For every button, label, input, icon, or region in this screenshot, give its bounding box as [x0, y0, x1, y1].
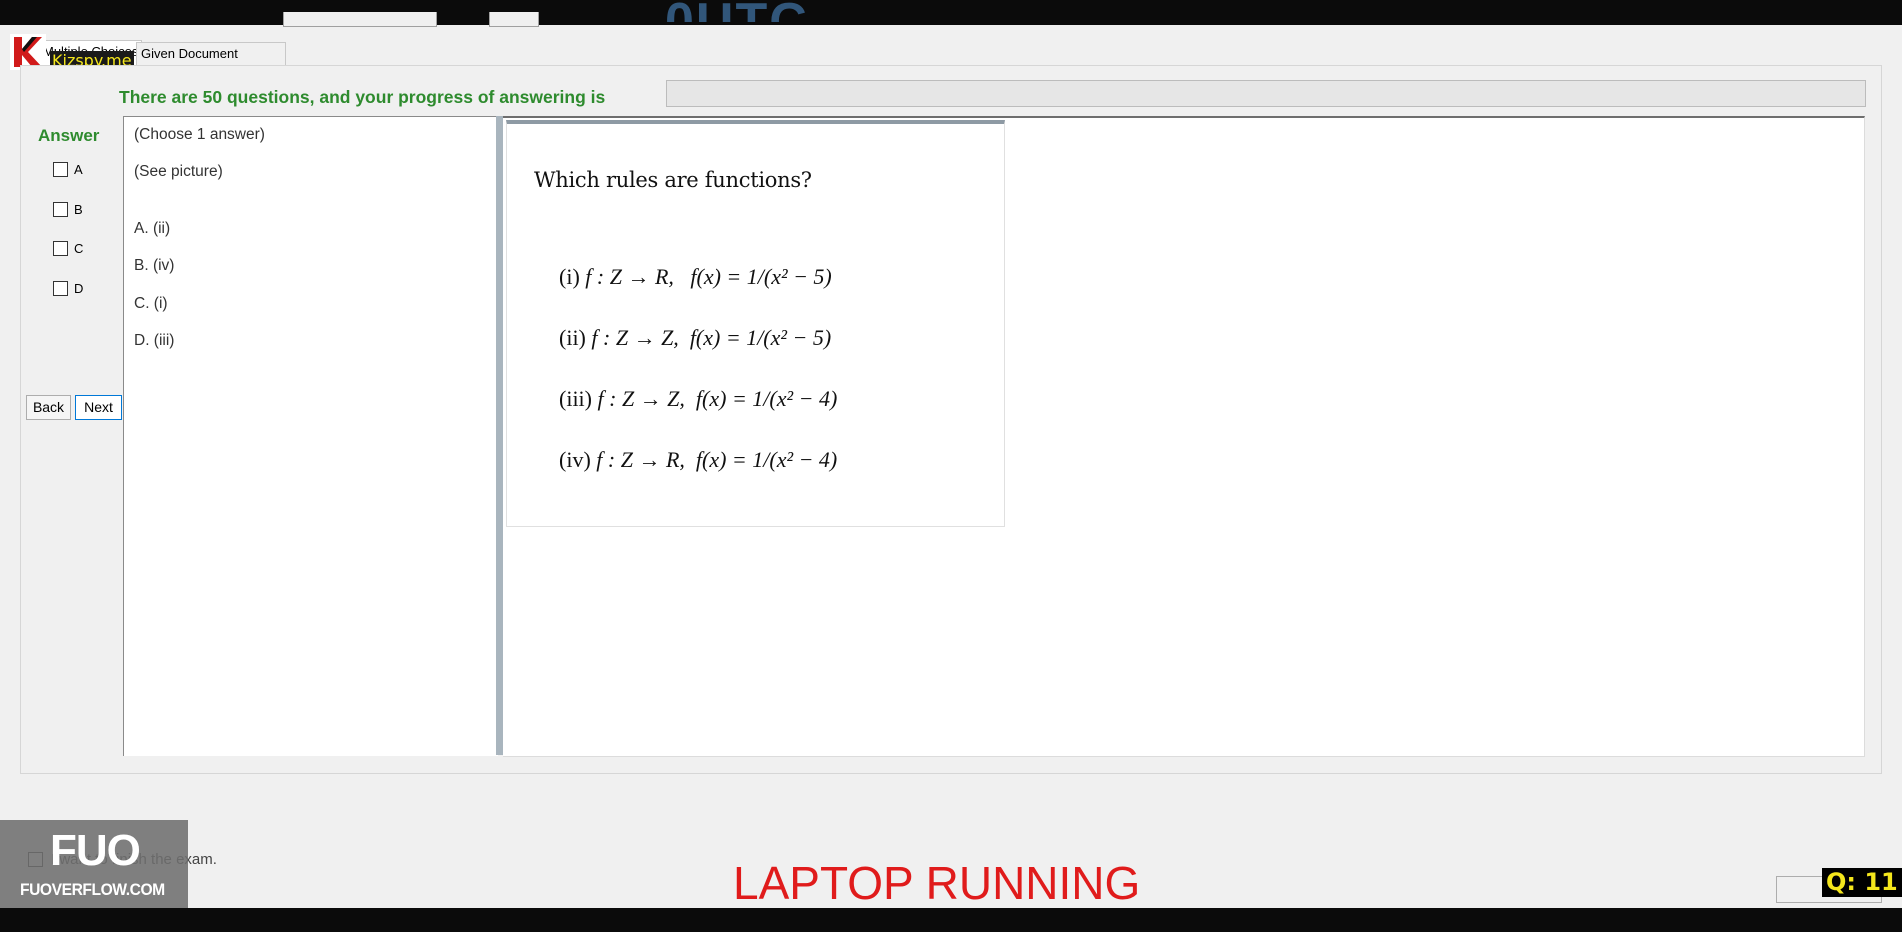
rule-map: f : Z → R, [585, 264, 674, 289]
question-title: Which rules are functions? [534, 168, 812, 192]
top-black-bar: 0UTC [0, 0, 1902, 27]
laptop-running-overlay: LAPTOP RUNNING [733, 857, 1141, 909]
exam-code-text: 0UTC [665, 0, 809, 22]
answer-option-label: A [74, 162, 83, 177]
answer-option-label: C [74, 241, 84, 256]
rule-label: (i) [559, 264, 580, 289]
answer-option-c[interactable]: C [53, 241, 83, 256]
answer-option-a[interactable]: A [53, 162, 83, 177]
choose-instruction: (Choose 1 answer) [134, 126, 265, 143]
checkbox-d[interactable] [53, 281, 68, 296]
answer-option-label: D [74, 281, 84, 296]
exam-combo-box[interactable] [283, 12, 437, 27]
tab-given-document[interactable]: Given Document [136, 42, 286, 65]
panel-splitter[interactable] [496, 116, 503, 755]
answer-title: Answer [38, 126, 100, 145]
rule-formula: f(x) = 1/(x² − 5) [689, 325, 832, 350]
question-picture: Which rules are functions? (i) f : Z → R… [506, 120, 1005, 527]
fuo-logo-text: FUO [50, 826, 141, 875]
rule-map: f : Z → Z, [597, 386, 685, 411]
rule-map: f : Z → R, [596, 447, 685, 472]
checkbox-b[interactable] [53, 202, 68, 217]
rule-map: f : Z → Z, [591, 325, 679, 350]
fuoverflow-watermark: FUO FUOVERFLOW.COM [0, 820, 188, 908]
question-counter-badge: Q: 11 [1822, 868, 1902, 897]
rule-line: (i) f : Z → R, f(x) = 1/(x² − 5) [559, 264, 832, 290]
checkbox-c[interactable] [53, 241, 68, 256]
choice-item: C. (i) [134, 295, 168, 312]
font-size-combo-box[interactable] [489, 12, 539, 27]
answer-option-label: B [74, 202, 83, 217]
bottom-black-bar [0, 908, 1902, 932]
checkbox-a[interactable] [53, 162, 68, 177]
rule-line: (ii) f : Z → Z, f(x) = 1/(x² − 5) [559, 325, 831, 351]
choice-item: A. (ii) [134, 220, 171, 237]
next-button[interactable]: Next [75, 395, 122, 420]
rule-formula: f(x) = 1/(x² − 5) [690, 264, 832, 289]
rule-label: (ii) [559, 325, 586, 350]
see-picture-note: (See picture) [134, 163, 223, 180]
progress-bar [666, 80, 1866, 107]
rule-line: (iii) f : Z → Z, f(x) = 1/(x² − 4) [559, 386, 837, 412]
rule-label: (iv) [559, 447, 591, 472]
choice-item: B. (iv) [134, 257, 175, 274]
answer-option-d[interactable]: D [53, 281, 83, 296]
choice-item: D. (iii) [134, 332, 175, 349]
rule-line: (iv) f : Z → R, f(x) = 1/(x² − 4) [559, 447, 837, 473]
progress-label: There are 50 questions, and your progres… [119, 87, 606, 107]
choices-text-panel: (Choose 1 answer) (See picture) A. (ii) … [123, 116, 498, 756]
rule-formula: f(x) = 1/(x² − 4) [695, 386, 838, 411]
back-button[interactable]: Back [26, 395, 71, 420]
answer-option-b[interactable]: B [53, 202, 83, 217]
rule-label: (iii) [559, 386, 592, 411]
rule-formula: f(x) = 1/(x² − 4) [695, 447, 838, 472]
fuo-site-text: FUOVERFLOW.COM [20, 880, 165, 899]
